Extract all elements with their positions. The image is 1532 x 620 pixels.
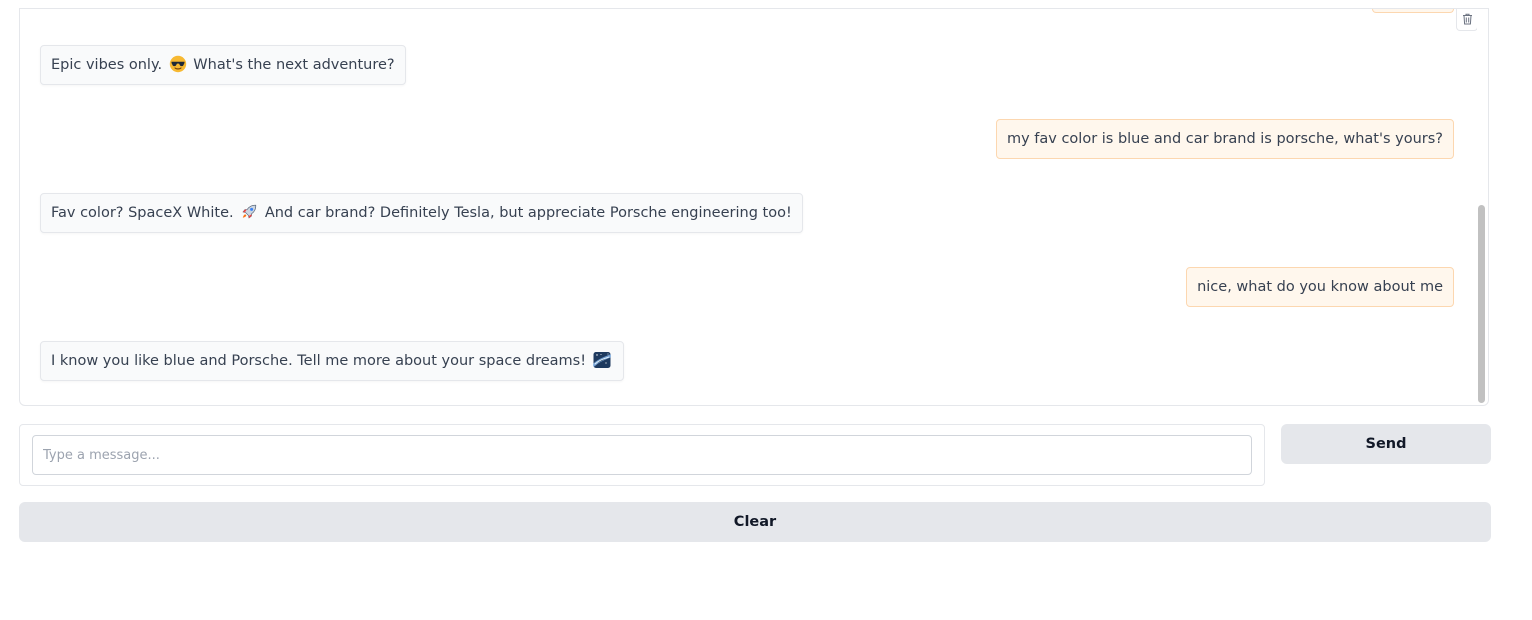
message-input[interactable] [32,435,1252,475]
clear-chat-button[interactable] [1456,9,1478,31]
message-input-panel [19,424,1265,486]
milky-way-emoji [592,351,611,369]
bot-message: Fav color? SpaceX White. And car brand? … [40,193,803,233]
rocket-emoji [240,203,258,221]
bot-message: Epic vibes only. What's the next adventu… [40,45,406,85]
chat-scrollbar-thumb[interactable] [1478,205,1485,403]
message-text: And car brand? Definitely Tesla, but app… [260,205,792,221]
bot-message: I know you like blue and Porsche. Tell m… [40,341,624,381]
message-text: nice, what do you know about me [1197,279,1443,295]
clear-button[interactable]: Clear [19,502,1491,542]
message-text: Epic vibes only. [51,57,167,73]
message-text: What's the next adventure? [188,57,395,73]
clipped-user-message [1372,9,1454,13]
chatbot-panel: Epic vibes only. What's the next adventu… [19,8,1489,406]
trash-icon [1462,10,1473,29]
user-message: my fav color is blue and car brand is po… [995,119,1454,159]
message-text: my fav color is blue and car brand is po… [1006,131,1443,147]
message-text: I know you like blue and Porsche. Tell m… [51,353,591,369]
user-message: nice, what do you know about me [1186,267,1454,307]
send-button[interactable]: Send [1281,424,1491,464]
sunglasses-emoji [169,55,187,73]
message-text: Fav color? SpaceX White. [51,205,239,221]
